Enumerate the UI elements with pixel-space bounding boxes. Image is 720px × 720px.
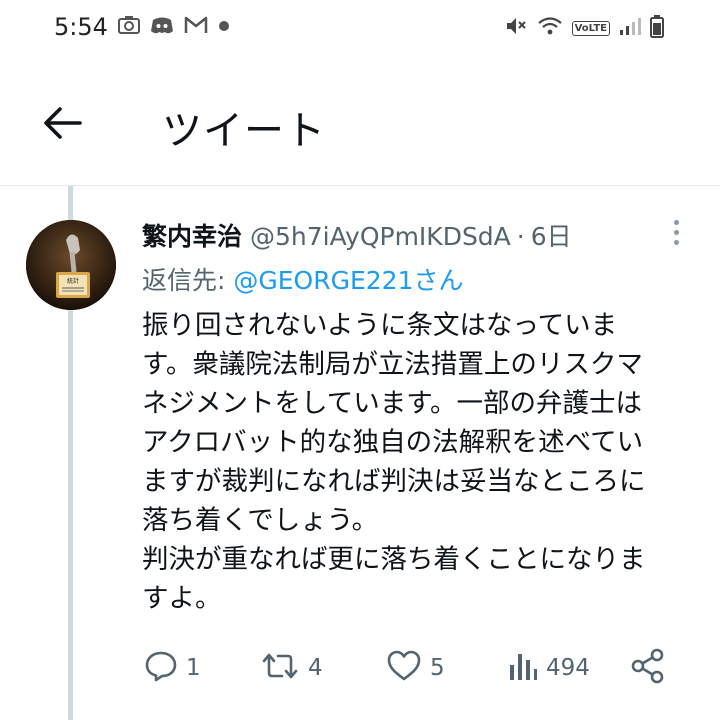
status-left-icons	[117, 14, 231, 40]
tweet-text-line: 判決が重なれば更に落ち着くことになりま	[142, 544, 646, 575]
camera-icon	[117, 14, 141, 40]
tweet-text-line: ますが裁判になれば判決は妥当なところに	[142, 466, 646, 497]
reply-count: 1	[186, 655, 201, 681]
meta-separator: ·	[516, 222, 525, 251]
wifi-icon	[537, 15, 563, 41]
author-handle[interactable]: @5h7iAyQPmIKDSdA	[250, 222, 511, 251]
share-button[interactable]	[630, 646, 666, 690]
tweet-actions: 1 4 5 494	[142, 646, 682, 690]
avatar-badge-text: 統計	[67, 277, 79, 285]
gmail-icon	[183, 15, 209, 39]
discord-icon	[149, 14, 175, 40]
bar-chart-icon	[508, 649, 538, 687]
retweet-icon	[260, 649, 300, 687]
reply-to-user-link[interactable]: @GEORGE221さん	[233, 266, 463, 295]
reply-prefix: 返信先:	[142, 266, 234, 295]
tweet-text-line: ネジメントをしています。一部の弁護士は	[142, 388, 643, 419]
more-vertical-icon-dot	[673, 239, 679, 245]
reply-button[interactable]: 1	[144, 646, 201, 690]
signal-icon	[619, 16, 641, 40]
retweet-count: 4	[308, 655, 323, 681]
avatar[interactable]: 統計	[26, 220, 116, 310]
like-button[interactable]: 5	[386, 646, 445, 690]
mute-icon	[504, 14, 528, 42]
tweet-text-line: アクロバット的な独自の法解釈を述べてい	[142, 427, 644, 458]
share-icon	[630, 648, 666, 688]
view-count: 494	[546, 655, 590, 681]
more-vertical-icon-dot	[673, 229, 679, 235]
tweet-text-line: 振り回されないように条文はなっていま	[142, 310, 618, 341]
tweet-time[interactable]: 6日	[531, 217, 572, 253]
tweet-header: 繁内幸治 @5h7iAyQPmIKDSdA · 6日	[142, 217, 572, 253]
more-options-button[interactable]	[664, 214, 688, 250]
reply-icon	[144, 649, 178, 687]
volte-icon: VoLTE	[571, 20, 610, 36]
status-time: 5:54	[54, 13, 108, 41]
notification-dot-icon	[217, 18, 231, 37]
status-right-icons: VoLTE	[504, 14, 664, 42]
tweet-text-line: すよ。	[142, 583, 222, 614]
reply-context: 返信先: @GEORGE221さん	[142, 261, 463, 297]
tweet-text: 振り回されないように条文はなっていま す。衆議院法制局が立法措置上のリスクマ ネ…	[142, 306, 702, 618]
retweet-button[interactable]: 4	[260, 646, 323, 690]
like-count: 5	[430, 655, 445, 681]
heart-icon	[386, 649, 422, 687]
battery-icon	[650, 14, 664, 42]
status-bar: 5:54 VoLTE	[0, 0, 720, 62]
author-name[interactable]: 繁内幸治	[142, 217, 242, 253]
views-button[interactable]: 494	[508, 646, 590, 690]
tweet-text-line: す。衆議院法制局が立法措置上のリスクマ	[142, 349, 643, 380]
back-button[interactable]	[40, 102, 86, 148]
page-title: ツイート	[162, 108, 326, 154]
more-vertical-icon-dot	[673, 219, 679, 225]
app-header: ツイート	[0, 62, 720, 186]
avatar-image: 統計	[26, 220, 116, 310]
arrow-left-icon	[43, 106, 83, 144]
tweet-text-line: 落ち着くでしょう。	[142, 505, 379, 536]
